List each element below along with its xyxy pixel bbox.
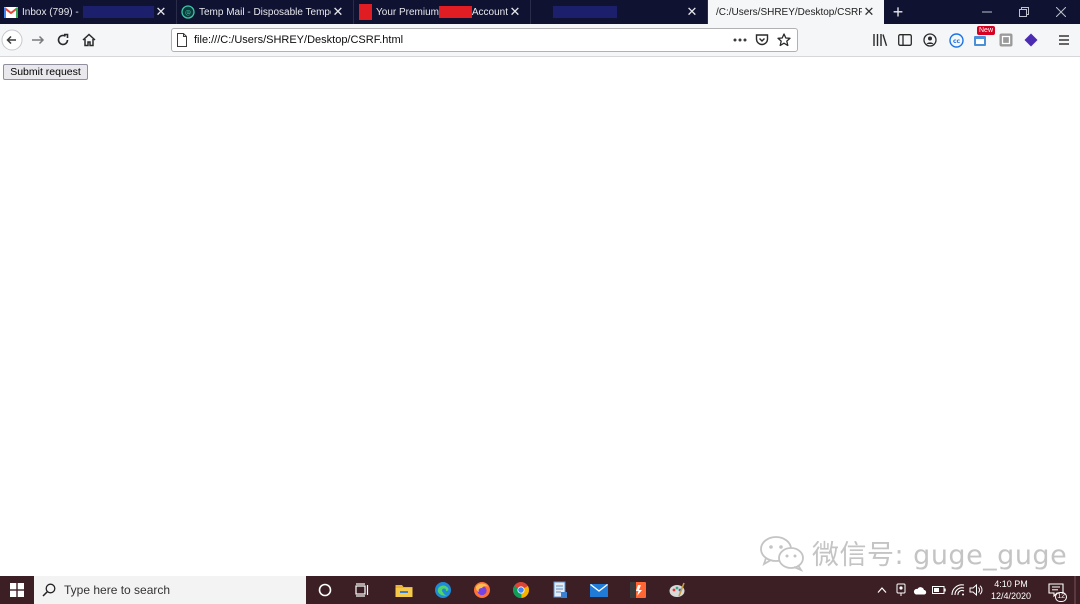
notification-count-badge: 12 — [1055, 592, 1067, 602]
reload-icon — [57, 33, 69, 46]
paint-app-icon[interactable] — [658, 576, 696, 604]
tab-title-premium-prefix: Your Premium — [376, 6, 439, 18]
close-icon[interactable]: ✕ — [331, 4, 345, 19]
home-button[interactable] — [77, 28, 101, 52]
battery-icon[interactable] — [930, 576, 948, 604]
tab-title-inbox: Inbox (799) - — [22, 6, 79, 18]
mail-icon[interactable] — [580, 576, 618, 604]
firefox-icon[interactable] — [463, 576, 501, 604]
meet-now-icon[interactable] — [892, 576, 910, 604]
gmail-icon — [4, 5, 18, 19]
tab-inbox[interactable]: Inbox (799) - ✕ — [0, 0, 177, 24]
page-content: Submit request 微信号: guge_guge — [0, 57, 1080, 576]
purple-extension-icon[interactable] — [1019, 28, 1043, 52]
new-extension-icon[interactable]: New — [969, 26, 996, 52]
pocket-icon[interactable] — [751, 30, 773, 50]
wechat-watermark: 微信号: guge_guge — [758, 533, 1067, 572]
redaction-block — [439, 6, 472, 18]
url-bar[interactable]: file:///C:/Users/SHREY/Desktop/CSRF.html — [171, 28, 798, 52]
close-icon[interactable]: ✕ — [508, 4, 522, 19]
tab-premium-account[interactable]: Your Premium Account ✕ — [354, 0, 531, 24]
svg-text:cc: cc — [952, 38, 960, 45]
tab-redacted[interactable]: ✕ — [531, 0, 708, 24]
red-square-icon — [358, 4, 372, 20]
tab-title-csrf: /C:/Users/SHREY/Desktop/CSRF.ht — [716, 6, 862, 18]
cortana-icon[interactable] — [306, 576, 344, 604]
edge-browser-icon[interactable] — [424, 576, 462, 604]
tab-csrf-active[interactable]: /C:/Users/SHREY/Desktop/CSRF.ht ✕ — [708, 0, 884, 24]
chrome-icon[interactable] — [502, 576, 540, 604]
windows-logo-icon — [10, 583, 24, 597]
task-view-icon[interactable] — [344, 576, 382, 604]
redaction-block — [553, 6, 617, 18]
back-button[interactable] — [0, 28, 24, 52]
burp-suite-icon[interactable] — [619, 576, 657, 604]
page-actions-icon[interactable] — [729, 30, 751, 50]
minimize-icon[interactable] — [968, 0, 1006, 24]
window-close-icon[interactable] — [1042, 0, 1080, 24]
search-placeholder: Type here to search — [64, 583, 171, 597]
notification-center-icon[interactable]: 12 — [1044, 576, 1068, 604]
wechat-icon — [760, 535, 804, 572]
file-explorer-icon[interactable] — [385, 576, 423, 604]
account-icon[interactable] — [918, 28, 942, 52]
volume-icon[interactable] — [967, 576, 985, 604]
reader-extension-icon[interactable] — [994, 28, 1018, 52]
new-badge: New — [977, 26, 996, 35]
watermark-text: 微信号: guge_guge — [812, 540, 1068, 571]
clock-time: 4:10 PM — [994, 579, 1028, 589]
reload-button[interactable] — [51, 28, 75, 52]
tab-temp-mail[interactable]: @ Temp Mail - Disposable Tempo ✕ — [177, 0, 354, 24]
show-desktop-button[interactable] — [1074, 576, 1076, 604]
forward-arrow-icon — [32, 35, 45, 45]
clock-date: 12/4/2020 — [990, 591, 1032, 601]
search-icon — [42, 583, 56, 597]
taskbar-search-box[interactable]: Type here to search — [34, 576, 306, 604]
page-info-icon — [177, 33, 187, 47]
onedrive-icon[interactable] — [911, 576, 929, 604]
redaction-block — [82, 6, 154, 18]
notepad-app-icon[interactable] — [541, 576, 579, 604]
navigation-toolbar: file:///C:/Users/SHREY/Desktop/CSRF.html… — [0, 24, 1080, 57]
tab-title-temp-mail: Temp Mail - Disposable Tempo — [199, 6, 331, 18]
system-clock[interactable]: 4:10 PM 12/4/2020 — [986, 578, 1036, 602]
tab-strip: Inbox (799) - ✕ @ Temp Mail - Disposable… — [0, 0, 1080, 24]
home-icon — [82, 33, 96, 47]
library-icon[interactable] — [868, 28, 892, 52]
url-text: file:///C:/Users/SHREY/Desktop/CSRF.html — [194, 34, 404, 46]
close-icon[interactable]: ✕ — [862, 4, 876, 19]
tempmail-icon: @ — [181, 5, 195, 19]
bookmark-star-icon[interactable] — [773, 30, 795, 50]
back-arrow-icon — [1, 29, 23, 51]
forward-button[interactable] — [26, 28, 50, 52]
svg-text:@: @ — [185, 10, 191, 17]
windows-taskbar: Type here to search 4:10 PM 12/4/2020 12 — [0, 576, 1080, 604]
tab-title-premium-suffix: Account — [471, 6, 508, 18]
show-hidden-icons[interactable] — [874, 576, 890, 604]
wifi-icon[interactable] — [949, 576, 967, 604]
cc-extension-icon[interactable]: cc — [944, 28, 968, 52]
new-tab-button[interactable]: + — [884, 0, 912, 24]
sidebar-icon[interactable] — [893, 28, 917, 52]
start-button[interactable] — [0, 576, 34, 604]
close-icon[interactable]: ✕ — [685, 4, 699, 19]
close-icon[interactable]: ✕ — [154, 4, 168, 19]
submit-request-button[interactable]: Submit request — [3, 64, 88, 80]
restore-icon[interactable] — [1005, 0, 1043, 24]
menu-icon[interactable] — [1052, 28, 1076, 52]
